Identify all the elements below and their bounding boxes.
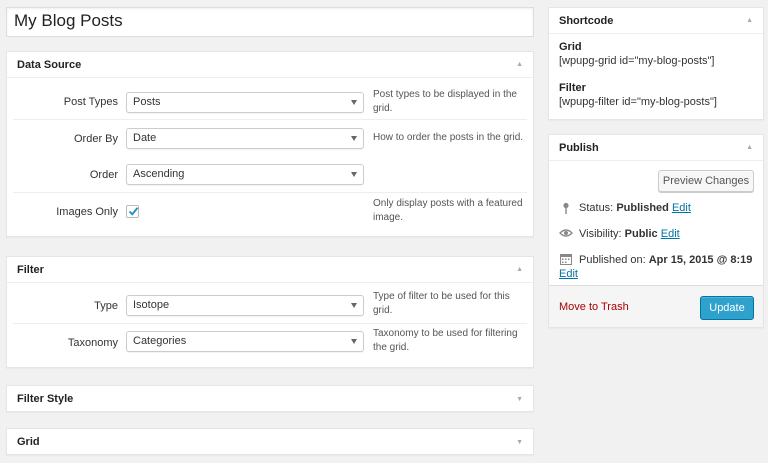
visibility-label: Visibility: — [579, 228, 622, 240]
visibility-value: Public — [624, 228, 658, 240]
divider — [13, 119, 527, 120]
shortcode-filter-label: Filter — [559, 82, 586, 94]
filter-type-label: Type — [94, 300, 118, 312]
status-value: Published — [616, 202, 669, 214]
grid-title: Grid — [17, 436, 40, 448]
images-only-label: Images Only — [56, 206, 118, 218]
collapse-up-icon[interactable]: ▲ — [746, 17, 753, 24]
taxonomy-desc: Taxonomy to be used for filtering the gr… — [373, 328, 518, 353]
filter-style-header[interactable]: Filter Style ▼ — [7, 386, 533, 412]
dropdown-arrow-icon — [351, 303, 357, 308]
shortcode-title: Shortcode — [559, 14, 614, 27]
status-label: Status: — [579, 202, 614, 214]
dropdown-arrow-icon — [351, 172, 357, 177]
post-types-value: Posts — [133, 96, 161, 108]
order-by-label: Order By — [73, 133, 118, 145]
divider — [13, 192, 527, 193]
taxonomy-select[interactable]: Categories — [126, 331, 364, 352]
filter-style-box: Filter Style ▼ — [6, 385, 534, 412]
expand-down-icon[interactable]: ▼ — [516, 439, 523, 446]
images-only-desc: Only display posts with a featured image… — [373, 198, 523, 223]
update-button[interactable]: Update — [700, 296, 754, 320]
taxonomy-value: Categories — [133, 335, 187, 347]
dropdown-arrow-icon — [351, 339, 357, 344]
publish-actions: Move to Trash Update — [549, 285, 763, 327]
collapse-up-icon[interactable]: ▲ — [516, 266, 523, 273]
dropdown-arrow-icon — [351, 100, 357, 105]
preview-changes-button[interactable]: Preview Changes — [658, 170, 754, 192]
published-value: Apr 15, 2015 @ 8:19 — [648, 254, 753, 266]
post-types-label: Post Types — [63, 96, 118, 108]
shortcode-header[interactable]: Shortcode ▲ — [549, 8, 763, 34]
filter-title: Filter — [17, 263, 44, 276]
order-by-desc: How to order the posts in the grid. — [373, 132, 524, 143]
checkmark-icon — [128, 207, 139, 216]
order-by-value: Date — [133, 132, 157, 144]
images-only-checkbox[interactable] — [126, 205, 139, 218]
data-source-header[interactable]: Data Source ▲ — [7, 52, 533, 78]
order-label: Order — [89, 169, 118, 181]
order-select[interactable]: Ascending — [126, 164, 364, 185]
pin-icon — [559, 202, 573, 215]
post-types-select[interactable]: Posts — [126, 92, 364, 113]
collapse-up-icon[interactable]: ▲ — [746, 144, 753, 151]
shortcode-filter-code: [wpupg-filter id="my-blog-posts"] — [559, 96, 717, 108]
dropdown-arrow-icon — [351, 136, 357, 141]
filter-box: Filter ▲ Type Isotope Type of filter to … — [6, 256, 534, 368]
order-by-select[interactable]: Date — [126, 128, 364, 149]
taxonomy-label: Taxonomy — [67, 337, 118, 349]
filter-type-desc: Type of filter to be used for this grid. — [373, 291, 510, 316]
post-types-desc: Post types to be displayed in the grid. — [373, 89, 517, 114]
order-value: Ascending — [133, 168, 185, 180]
data-source-box: Data Source ▲ Post Types Posts Post type… — [6, 51, 534, 237]
visibility-edit-link[interactable]: Edit — [661, 228, 680, 240]
divider — [13, 323, 527, 324]
calendar-icon — [559, 253, 573, 265]
expand-down-icon[interactable]: ▼ — [516, 396, 523, 403]
data-source-title: Data Source — [17, 58, 82, 71]
filter-header[interactable]: Filter ▲ — [7, 257, 533, 283]
published-row: Published on: Apr 15, 2015 @ 8:19 — [559, 253, 759, 267]
filter-type-value: Isotope — [133, 299, 170, 311]
grid-header[interactable]: Grid ▼ — [7, 429, 533, 455]
post-title-input[interactable]: My Blog Posts — [6, 7, 534, 37]
eye-icon — [559, 228, 573, 238]
collapse-up-icon[interactable]: ▲ — [516, 61, 523, 68]
published-label: Published on: — [579, 254, 646, 266]
filter-type-select[interactable]: Isotope — [126, 295, 364, 316]
grid-box: Grid ▼ — [6, 428, 534, 455]
status-row: Status: Published Edit — [559, 202, 691, 215]
visibility-row: Visibility: Public Edit — [559, 228, 680, 240]
filter-style-title: Filter Style — [17, 393, 74, 405]
shortcode-box: Shortcode ▲ Grid [wpupg-grid id="my-blog… — [548, 7, 764, 120]
move-to-trash-link[interactable]: Move to Trash — [559, 301, 629, 313]
publish-box: Publish ▲ Preview Changes Status: Publis… — [548, 134, 764, 328]
status-edit-link[interactable]: Edit — [672, 202, 691, 214]
publish-title: Publish — [559, 141, 599, 154]
shortcode-grid-code: [wpupg-grid id="my-blog-posts"] — [559, 55, 715, 67]
publish-header[interactable]: Publish ▲ — [549, 135, 763, 161]
shortcode-grid-label: Grid — [559, 41, 582, 53]
published-edit-link[interactable]: Edit — [559, 268, 578, 280]
